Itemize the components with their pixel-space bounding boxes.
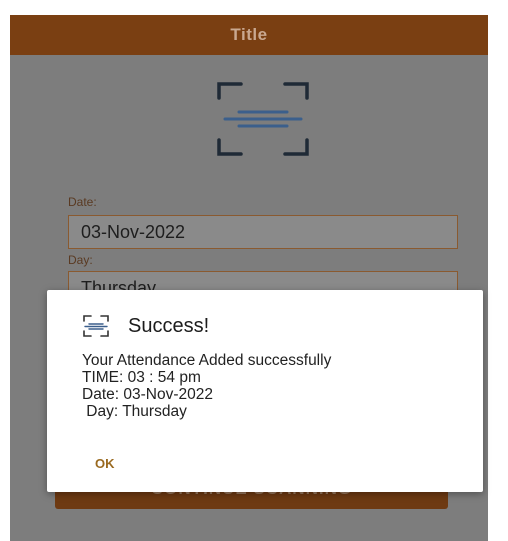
- date-label: Date:: [68, 195, 97, 209]
- dialog-header: Success!: [82, 314, 209, 338]
- dialog-message-line: Your Attendance Added successfully: [82, 352, 332, 369]
- date-field[interactable]: 03-Nov-2022: [68, 215, 458, 249]
- app-bar: Title: [10, 15, 488, 55]
- success-dialog: Success! Your Attendance Added successfu…: [47, 290, 483, 492]
- dialog-date-line: Date: 03-Nov-2022: [82, 386, 213, 403]
- dialog-time-line: TIME: 03 : 54 pm: [82, 369, 201, 386]
- dialog-day-line: Day: Thursday: [82, 403, 187, 420]
- scan-icon[interactable]: [215, 78, 311, 160]
- ok-button[interactable]: OK: [95, 456, 115, 471]
- app-title: Title: [230, 25, 268, 44]
- dialog-title: Success!: [128, 314, 210, 337]
- scan-icon: [83, 315, 109, 337]
- day-label: Day:: [68, 253, 93, 267]
- date-value: 03-Nov-2022: [81, 221, 186, 242]
- dialog-message: Your Attendance Added successfully TIME:…: [82, 352, 482, 420]
